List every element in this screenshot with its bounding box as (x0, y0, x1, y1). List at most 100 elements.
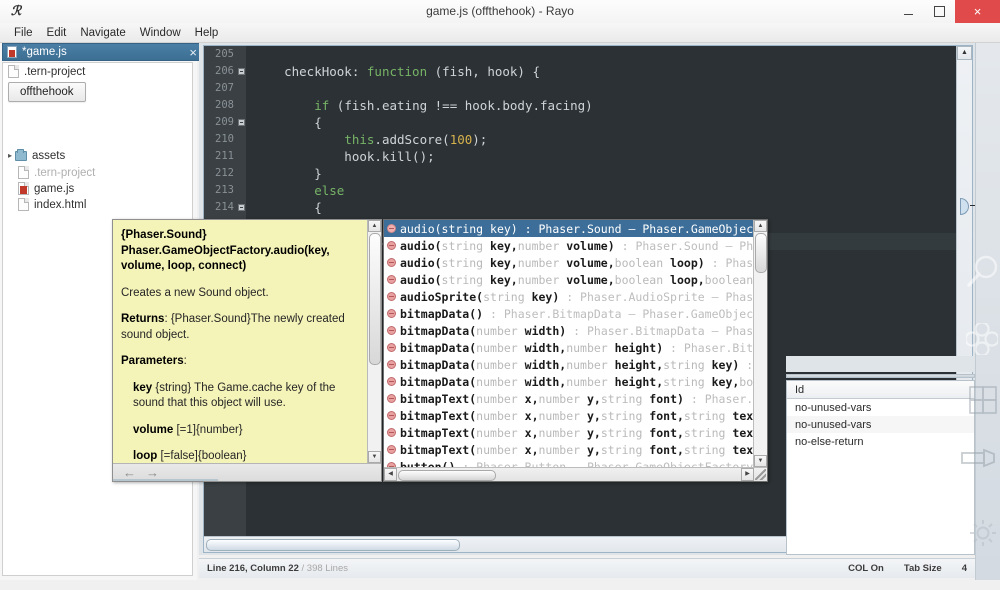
scroll-right-icon[interactable]: ▶ (741, 468, 754, 481)
autocomplete-item[interactable]: bitmapData() : Phaser.BitmapData – Phase… (384, 305, 754, 322)
editor-tab-strip: *game.js × (2, 43, 205, 61)
marker-handle-icon[interactable] (960, 198, 969, 215)
doc-parameter: volume [=1]{number} (133, 423, 360, 439)
code-line[interactable]: 214 { (215, 199, 972, 216)
autocomplete-item[interactable]: audio(string key) : Phaser.Sound – Phase… (384, 220, 754, 237)
autocomplete-item-label: audio(string key) : Phaser.Sound – Phase… (400, 221, 754, 236)
close-button[interactable]: × (955, 0, 1000, 23)
line-number: 210 (215, 133, 234, 145)
code-line[interactable]: 210 this.addScore(100); (215, 131, 972, 148)
autocomplete-item[interactable]: audio(string key,number volume,boolean l… (384, 271, 754, 288)
forward-icon[interactable]: → (146, 466, 159, 479)
scroll-down-icon[interactable]: ▼ (754, 455, 767, 467)
autocomplete-item-label: button() : Phaser.Button – Phaser.GameOb… (400, 459, 754, 468)
maximize-button[interactable] (924, 0, 955, 23)
menu-item-help[interactable]: Help (189, 25, 225, 41)
menu-item-navigate[interactable]: Navigate (74, 25, 131, 41)
tab-close-icon[interactable]: × (189, 46, 197, 59)
minimize-button[interactable] (893, 0, 924, 23)
scrollbar-thumb[interactable] (398, 470, 496, 481)
close-icon: × (973, 4, 982, 19)
autocomplete-item[interactable]: bitmapData(number width,number height) :… (384, 339, 754, 356)
back-icon[interactable]: ← (123, 466, 136, 479)
table-row[interactable]: no-else-return (787, 433, 974, 450)
open-file-tern-project[interactable]: .tern-project (8, 65, 85, 78)
code-text: else (314, 183, 345, 198)
code-text: if (fish.eating !== hook.body.facing) (314, 98, 593, 113)
scroll-up-icon[interactable]: ▲ (957, 46, 972, 60)
autocomplete-item[interactable]: audioSprite(string key) : Phaser.AudioSp… (384, 288, 754, 305)
autocomplete-item-label: audio(string key,number volume,boolean l… (400, 255, 754, 270)
column-mode-status[interactable]: COL On (848, 563, 884, 574)
js-file-icon (18, 182, 29, 195)
code-line[interactable]: 213 else (215, 182, 972, 199)
code-text: this.addScore(100); (344, 132, 488, 147)
problem-id: no-else-return (795, 435, 864, 448)
autocomplete-item[interactable]: bitmapData(number width,number height,st… (384, 373, 754, 390)
scroll-up-icon[interactable]: ▲ (754, 220, 767, 232)
autocomplete-item-label: bitmapData(number width,number height) :… (400, 340, 754, 355)
autocomplete-popup[interactable]: audio(string key) : Phaser.Sound – Phase… (383, 219, 768, 482)
line-number: 209 (215, 116, 234, 128)
fold-toggle-icon[interactable] (238, 204, 245, 211)
code-line[interactable]: 207 (215, 80, 972, 97)
tree-item-game-js[interactable]: game.js (18, 182, 74, 195)
code-line[interactable]: 212 } (215, 165, 972, 182)
code-line[interactable]: 205 (215, 46, 972, 63)
fold-toggle-icon[interactable] (238, 119, 245, 126)
line-number: 211 (215, 150, 234, 162)
chevron-right-icon[interactable]: ▸ (6, 152, 14, 160)
tree-item-tern-project[interactable]: .tern-project (18, 166, 95, 179)
status-bar-right: COL On Tab Size 4 (848, 563, 967, 574)
method-icon (387, 292, 396, 301)
resize-handle-icon[interactable] (755, 469, 766, 480)
documentation-body: {Phaser.Sound} Phaser.GameObjectFactory.… (113, 220, 368, 463)
documentation-scrollbar[interactable]: ▲ ▼ (367, 220, 381, 463)
autocomplete-horizontal-scrollbar[interactable]: ◀ ▶ (384, 467, 767, 481)
file-icon (8, 65, 19, 78)
autocomplete-item[interactable]: button() : Phaser.Button – Phaser.GameOb… (384, 458, 754, 467)
tab-label: *game.js (22, 46, 67, 58)
menu-item-file[interactable]: File (8, 25, 39, 41)
table-row[interactable]: no-unused-vars (787, 399, 974, 416)
method-icon (387, 411, 396, 420)
autocomplete-item[interactable]: bitmapText(number x,number y,string font… (384, 424, 754, 441)
autocomplete-item[interactable]: bitmapData(number width,number height,st… (384, 356, 754, 373)
scroll-up-icon[interactable]: ▲ (368, 220, 381, 232)
autocomplete-item[interactable]: audio(string key,number volume) : Phaser… (384, 237, 754, 254)
scrollbar-thumb[interactable] (206, 539, 460, 551)
table-row[interactable]: no-unused-vars (787, 416, 974, 433)
method-icon (387, 275, 396, 284)
autocomplete-item[interactable]: bitmapData(number width) : Phaser.Bitmap… (384, 322, 754, 339)
scrollbar-thumb[interactable] (369, 233, 381, 365)
menu-item-edit[interactable]: Edit (41, 25, 73, 41)
tree-item-index-html[interactable]: index.html (18, 198, 86, 211)
code-line[interactable]: 211 hook.kill(); (215, 148, 972, 165)
right-gutter-strip (975, 43, 1000, 580)
scrollbar-thumb[interactable] (755, 233, 767, 273)
tab-game-js[interactable]: *game.js × (2, 43, 205, 61)
param-name: key (133, 381, 153, 394)
fold-toggle-icon[interactable] (238, 68, 245, 75)
doc-parameter: key {string} The Game.cache key of the s… (133, 381, 360, 412)
autocomplete-list[interactable]: audio(string key) : Phaser.Sound – Phase… (384, 220, 754, 467)
scroll-down-icon[interactable]: ▼ (368, 451, 381, 463)
code-line[interactable]: 208 if (fish.eating !== hook.body.facing… (215, 97, 972, 114)
tree-item-assets[interactable]: ▸ assets (6, 149, 65, 162)
menu-item-window[interactable]: Window (134, 25, 187, 41)
autocomplete-item-label: bitmapData() : Phaser.BitmapData – Phase… (400, 306, 754, 321)
autocomplete-item[interactable]: bitmapText(number x,number y,string font… (384, 407, 754, 424)
code-line[interactable]: 209 { (215, 114, 972, 131)
scroll-left-icon[interactable]: ◀ (384, 468, 397, 481)
autocomplete-item[interactable]: audio(string key,number volume,boolean l… (384, 254, 754, 271)
problems-column-header[interactable]: Id (787, 381, 974, 399)
tab-size-value[interactable]: 4 (962, 563, 967, 574)
autocomplete-item[interactable]: bitmapText(number x,number y,string font… (384, 441, 754, 458)
code-line[interactable]: 206 checkHook: function (fish, hook) { (215, 63, 972, 80)
doc-signature: Phaser.GameObjectFactory.audio(key, volu… (121, 244, 330, 273)
panel-gap (786, 356, 975, 372)
autocomplete-vertical-scrollbar[interactable]: ▲ ▼ (753, 220, 767, 467)
autocomplete-item[interactable]: bitmapText(number x,number y,string font… (384, 390, 754, 407)
column-header-id: Id (795, 383, 805, 396)
project-selector-button[interactable]: offthehook (8, 82, 86, 102)
